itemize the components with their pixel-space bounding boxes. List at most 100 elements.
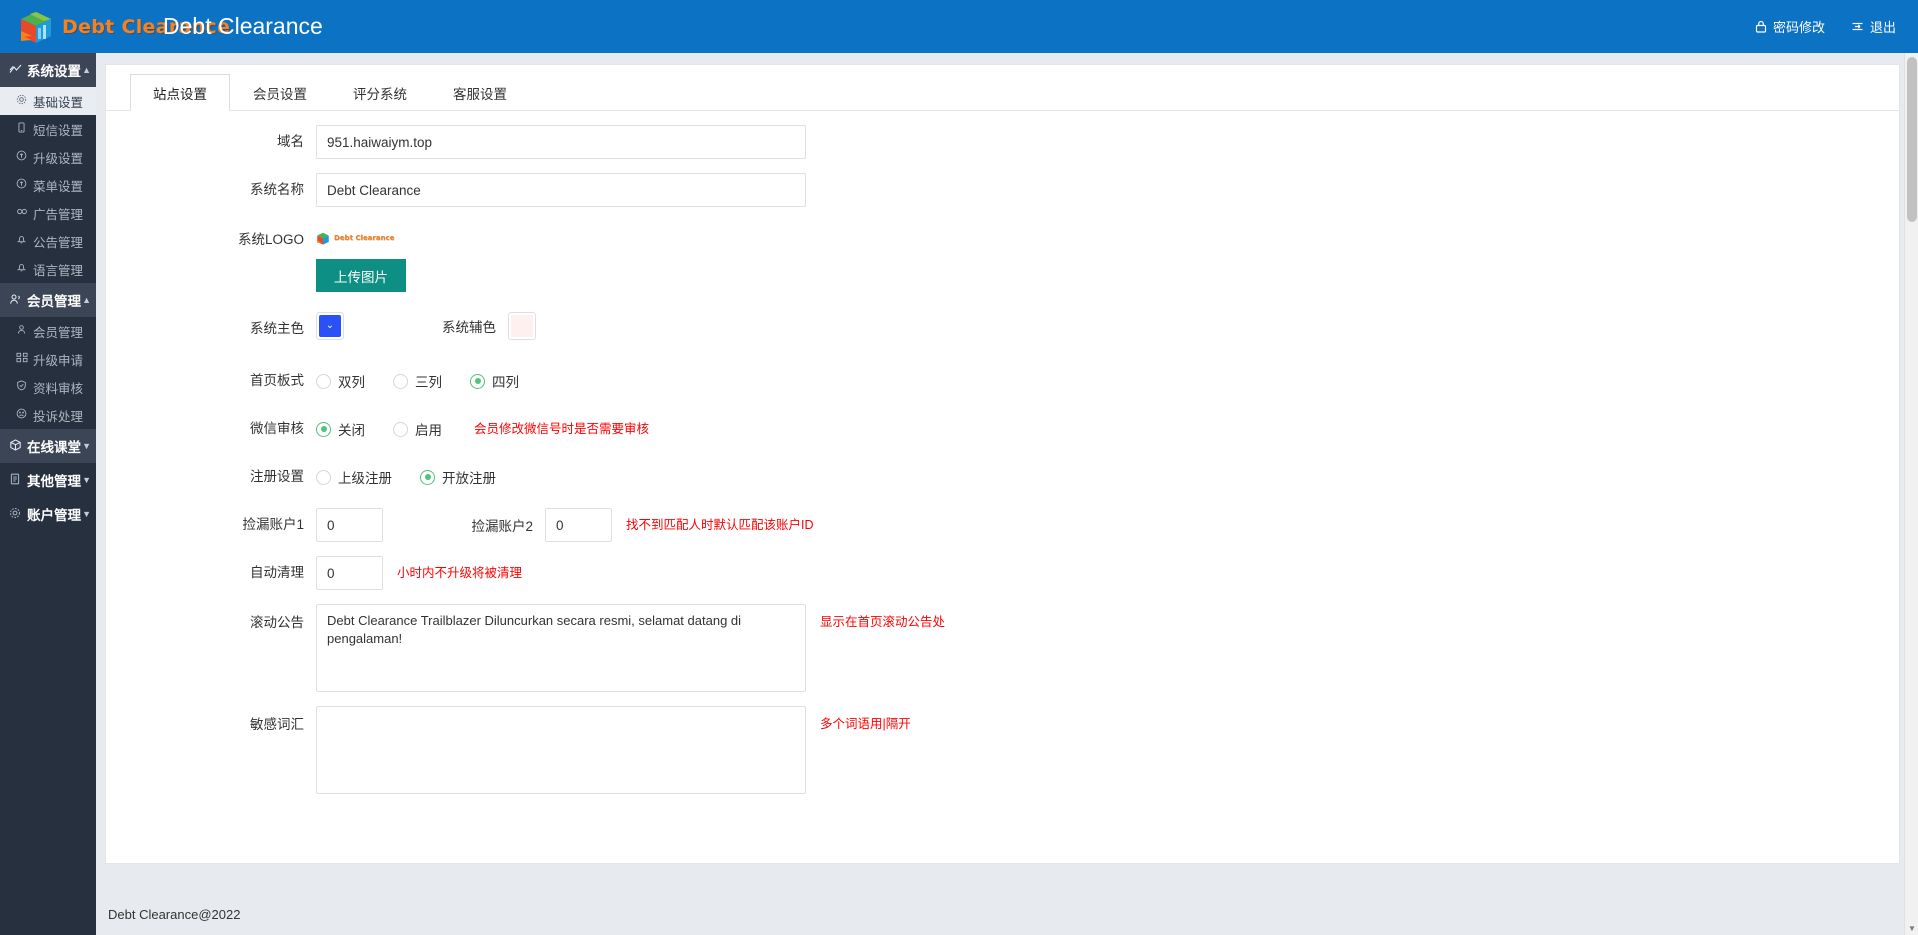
sidebar-item-ads-management[interactable]: 广告管理 — [0, 199, 96, 227]
home-layout-option-four-column[interactable]: 四列 — [470, 364, 519, 398]
secondary-color-picker[interactable] — [508, 312, 536, 340]
shield-check-icon — [16, 380, 30, 394]
sidebar-group-account-management[interactable]: 账户管理 ▼ — [0, 497, 96, 531]
sidebar-item-sms-settings[interactable]: 短信设置 — [0, 115, 96, 143]
vertical-scrollbar[interactable]: ▲ ▼ — [1904, 53, 1918, 935]
settings-panel: 站点设置 会员设置 评分系统 客服设置 域名 系统名称 — [105, 64, 1900, 864]
sidebar-group-system-settings[interactable]: 系统设置 ▲ — [0, 53, 96, 87]
sidebar-item-label: 短信设置 — [33, 120, 83, 139]
home-layout-option-three-column[interactable]: 三列 — [393, 364, 442, 398]
wechat-audit-hint: 会员修改微信号时是否需要审核 — [474, 412, 649, 446]
radio-label: 四列 — [492, 371, 519, 391]
home-layout-label: 首页板式 — [106, 364, 316, 398]
sidebar-group-member-management[interactable]: 会员管理 ▲ — [0, 283, 96, 317]
sidebar-item-label: 菜单设置 — [33, 176, 83, 195]
sidebar-item-label: 升级设置 — [33, 148, 83, 167]
tab-customer-service-settings[interactable]: 客服设置 — [430, 74, 530, 110]
sensitive-words-textarea[interactable] — [316, 706, 806, 794]
pickup-accounts-hint: 找不到匹配人时默认匹配该账户ID — [626, 508, 814, 542]
domain-input[interactable] — [316, 125, 806, 159]
sidebar-item-label: 语言管理 — [33, 260, 83, 279]
sidebar-item-language-management[interactable]: 语言管理 — [0, 255, 96, 283]
bell-icon — [16, 262, 30, 276]
sensitive-words-hint: 多个词语用|隔开 — [820, 714, 911, 734]
sidebar-group-online-classroom[interactable]: 在线课堂 ▼ — [0, 429, 96, 463]
pickup-account-2-label: 捡漏账户2 — [445, 515, 545, 535]
tab-label: 会员设置 — [253, 83, 307, 103]
auto-clear-label: 自动清理 — [106, 556, 316, 590]
cube-outline-icon — [9, 439, 24, 454]
sidebar-item-basic-settings[interactable]: 基础设置 — [0, 87, 96, 115]
scrollbar-thumb[interactable] — [1907, 57, 1917, 222]
brand-block[interactable]: Debt Clearance — [0, 0, 118, 53]
tab-rating-system[interactable]: 评分系统 — [330, 74, 430, 110]
scroll-notice-textarea[interactable]: Debt Clearance Trailblazer Diluncurkan s… — [316, 604, 806, 692]
primary-color-label: 系统主色 — [106, 312, 316, 346]
radio-label: 关闭 — [338, 419, 365, 439]
primary-color-picker[interactable]: ⌄ — [316, 312, 344, 340]
sidebar-item-label: 基础设置 — [33, 92, 83, 111]
home-layout-option-two-column[interactable]: 双列 — [316, 364, 365, 398]
wechat-audit-option-off[interactable]: 关闭 — [316, 412, 365, 446]
tab-member-settings[interactable]: 会员设置 — [230, 74, 330, 110]
sidebar-item-member-management[interactable]: 会员管理 — [0, 317, 96, 345]
chevron-down-icon: ▼ — [82, 475, 91, 485]
secondary-color-label: 系统辅色 — [390, 316, 508, 336]
change-password-button[interactable]: 密码修改 — [1755, 17, 1825, 36]
radio-label: 三列 — [415, 371, 442, 391]
main-content: 站点设置 会员设置 评分系统 客服设置 域名 系统名称 — [96, 53, 1918, 935]
domain-label: 域名 — [106, 125, 316, 159]
gear-icon — [9, 507, 24, 522]
register-option-open[interactable]: 开放注册 — [420, 460, 496, 494]
logout-button[interactable]: 退出 — [1851, 17, 1896, 36]
pickup-account-1-label: 捡漏账户1 — [106, 508, 316, 542]
sidebar-item-upgrade-request[interactable]: 升级申请 — [0, 345, 96, 373]
logout-label: 退出 — [1870, 17, 1896, 36]
pickup-account-1-input[interactable] — [316, 508, 383, 542]
chevron-up-icon: ▲ — [82, 295, 91, 305]
chevron-down-icon: ⌄ — [326, 321, 334, 331]
sidebar-group-label: 账户管理 — [27, 504, 81, 524]
cube-logo-icon — [18, 10, 54, 44]
tab-label: 评分系统 — [353, 83, 407, 103]
radio-icon — [316, 374, 331, 389]
primary-color-fill: ⌄ — [319, 315, 341, 337]
pickup-account-2-input[interactable] — [545, 508, 612, 542]
footer-text: Debt Clearance@2022 — [108, 907, 240, 922]
sidebar-item-menu-settings[interactable]: 菜单设置 — [0, 171, 96, 199]
sidebar-item-label: 投诉处理 — [33, 406, 83, 425]
system-name-input[interactable] — [316, 173, 806, 207]
mobile-icon — [16, 122, 30, 136]
scroll-notice-hint: 显示在首页滚动公告处 — [820, 612, 945, 632]
radio-label: 上级注册 — [338, 467, 392, 487]
chevron-down-icon: ▼ — [82, 441, 91, 451]
sidebar-group-other-management[interactable]: 其他管理 ▼ — [0, 463, 96, 497]
upload-image-button[interactable]: 上传图片 — [316, 259, 406, 292]
radio-label: 双列 — [338, 371, 365, 391]
sidebar-item-label: 升级申请 — [33, 350, 83, 369]
gear-icon — [16, 94, 30, 108]
sidebar-item-upgrade-settings[interactable]: 升级设置 — [0, 143, 96, 171]
sidebar-item-label: 公告管理 — [33, 232, 83, 251]
radio-icon-selected — [316, 422, 331, 437]
field-row-home-layout: 首页板式 双列 三列 四列 — [106, 364, 1899, 398]
scroll-notice-label: 滚动公告 — [106, 604, 316, 638]
register-option-upline[interactable]: 上级注册 — [316, 460, 392, 494]
sidebar-item-data-audit[interactable]: 资料审核 — [0, 373, 96, 401]
radio-icon — [393, 422, 408, 437]
user-icon — [16, 324, 30, 338]
auto-clear-input[interactable] — [316, 556, 383, 590]
sidebar-nav: 系统设置 ▲ 基础设置 短信设置 升级设置 — [0, 53, 96, 935]
site-settings-form: 域名 系统名称 系统LOGO — [106, 111, 1899, 794]
sidebar-group-label: 会员管理 — [27, 290, 81, 310]
menu-icon — [16, 178, 30, 192]
radio-label: 开放注册 — [442, 467, 496, 487]
wechat-audit-option-on[interactable]: 启用 — [393, 412, 442, 446]
sidebar-item-complaint-handling[interactable]: 投诉处理 — [0, 401, 96, 429]
tab-site-settings[interactable]: 站点设置 — [130, 74, 230, 110]
system-logo-label: 系统LOGO — [106, 221, 316, 255]
scroll-down-arrow-icon[interactable]: ▼ — [1905, 921, 1918, 935]
page-title: Debt Clearance — [163, 13, 323, 40]
bell-icon — [16, 234, 30, 248]
sidebar-item-announcement-management[interactable]: 公告管理 — [0, 227, 96, 255]
